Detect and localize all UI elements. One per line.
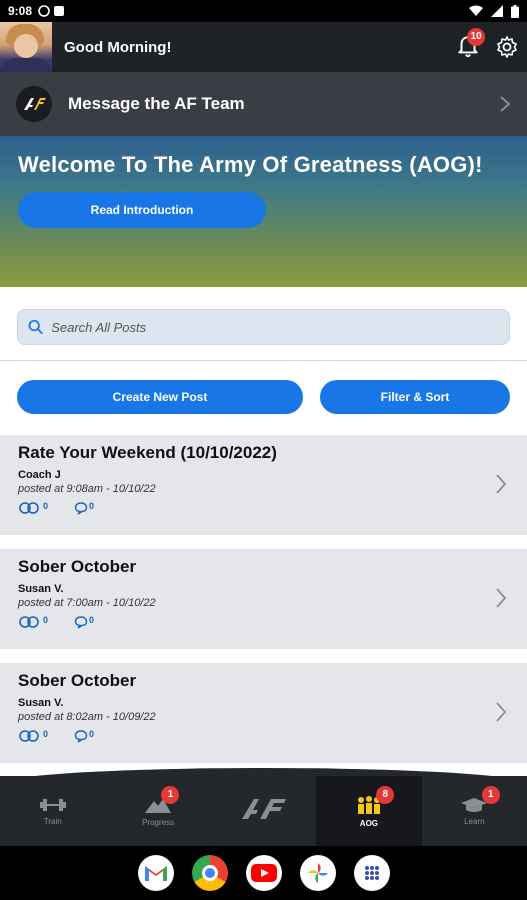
notification-icon [38, 5, 50, 17]
search-section [0, 287, 527, 361]
bottom-navigation: Train 1 Progress 8 AOG 1 Learn [0, 768, 527, 846]
comment-icon [74, 502, 88, 515]
notifications-button[interactable]: 10 [455, 28, 485, 60]
nav-progress-label: Progress [142, 817, 175, 827]
chrome-icon[interactable] [191, 855, 228, 891]
app-drawer-icon[interactable] [353, 855, 390, 891]
app-header: Good Morning! 10 [0, 22, 527, 72]
nav-aog-badge: 8 [376, 786, 395, 804]
post-card[interactable]: Sober October Susan V. posted at 8:02am … [0, 663, 527, 763]
search-bar[interactable] [17, 309, 510, 345]
read-introduction-button[interactable]: Read Introduction [18, 192, 266, 228]
post-date: posted at 8:02am - 10/09/22 [18, 711, 156, 723]
comment-icon [74, 730, 88, 743]
like-count[interactable]: 0 [18, 615, 48, 629]
message-team-bar[interactable]: Message the AF Team [0, 72, 527, 136]
battery-icon [511, 4, 519, 18]
post-title: Sober October [18, 557, 137, 576]
status-notification-icons [38, 5, 65, 17]
welcome-banner: Welcome To The Army Of Greatness (AOG)! … [0, 136, 527, 287]
status-bar: 9:08 [0, 0, 527, 22]
post-date: posted at 7:00am - 10/10/22 [18, 597, 156, 609]
comment-count-value: 0 [89, 501, 95, 511]
comment-count-value: 0 [89, 615, 95, 625]
chevron-right-icon [496, 702, 507, 722]
post-actions: Create New Post Filter & Sort [0, 380, 527, 414]
nav-train-label: Train [43, 816, 62, 826]
status-system-icons [469, 4, 519, 18]
comment-count[interactable]: 0 [74, 729, 94, 743]
like-icon [19, 730, 39, 742]
status-time: 9:08 [8, 4, 33, 18]
signal-icon [491, 5, 503, 17]
search-icon [28, 319, 43, 335]
nav-aog-label: AOG [359, 818, 379, 828]
avatar[interactable] [0, 22, 52, 72]
comment-icon [74, 616, 88, 629]
gmail-icon[interactable] [137, 855, 174, 891]
nav-learn-badge: 1 [481, 786, 500, 804]
search-input[interactable] [51, 319, 499, 335]
create-new-post-button[interactable]: Create New Post [17, 380, 303, 414]
nav-progress[interactable]: 1 Progress [105, 776, 210, 846]
post-title: Sober October [18, 671, 137, 690]
greeting-text: Good Morning! [64, 38, 172, 56]
chevron-right-icon [496, 474, 507, 494]
post-date: posted at 9:08am - 10/10/22 [18, 483, 156, 495]
notification-badge: 10 [467, 28, 485, 46]
post-card[interactable]: Rate Your Weekend (10/10/2022) Coach J p… [0, 435, 527, 535]
youtube-icon[interactable] [245, 855, 282, 891]
nav-learn-label: Learn [464, 816, 485, 826]
chevron-right-icon [496, 588, 507, 608]
like-count[interactable]: 0 [18, 729, 48, 743]
dumbbell-icon [39, 798, 66, 811]
post-card[interactable]: Sober October Susan V. posted at 7:00am … [0, 549, 527, 649]
post-author: Susan V. [18, 697, 64, 709]
message-team-label: Message the AF Team [68, 94, 245, 113]
nav-home[interactable] [211, 776, 316, 846]
like-count-value: 0 [43, 729, 49, 739]
nav-aog[interactable]: 8 AOG [316, 776, 422, 846]
filter-sort-button[interactable]: Filter & Sort [320, 380, 510, 414]
sim-icon [54, 6, 65, 16]
like-count-value: 0 [43, 615, 49, 625]
nav-learn[interactable]: 1 Learn [422, 776, 527, 846]
wifi-icon [469, 5, 483, 16]
android-dock [0, 846, 527, 900]
af-logo-icon [241, 799, 286, 819]
post-title: Rate Your Weekend (10/10/2022) [18, 443, 277, 462]
nav-train[interactable]: Train [0, 776, 105, 846]
af-logo-icon [16, 86, 52, 122]
welcome-title: Welcome To The Army Of Greatness (AOG)! [18, 152, 483, 177]
gear-icon[interactable] [495, 35, 519, 59]
like-count-value: 0 [43, 501, 49, 511]
chevron-right-icon [500, 96, 511, 112]
like-icon [19, 616, 39, 628]
comment-count[interactable]: 0 [74, 501, 94, 515]
post-author: Coach J [18, 469, 61, 481]
like-icon [19, 502, 39, 514]
comment-count-value: 0 [89, 729, 95, 739]
post-author: Susan V. [18, 583, 64, 595]
nav-progress-badge: 1 [161, 786, 180, 804]
photos-icon[interactable] [299, 855, 336, 891]
like-count[interactable]: 0 [18, 501, 48, 515]
comment-count[interactable]: 0 [74, 615, 94, 629]
